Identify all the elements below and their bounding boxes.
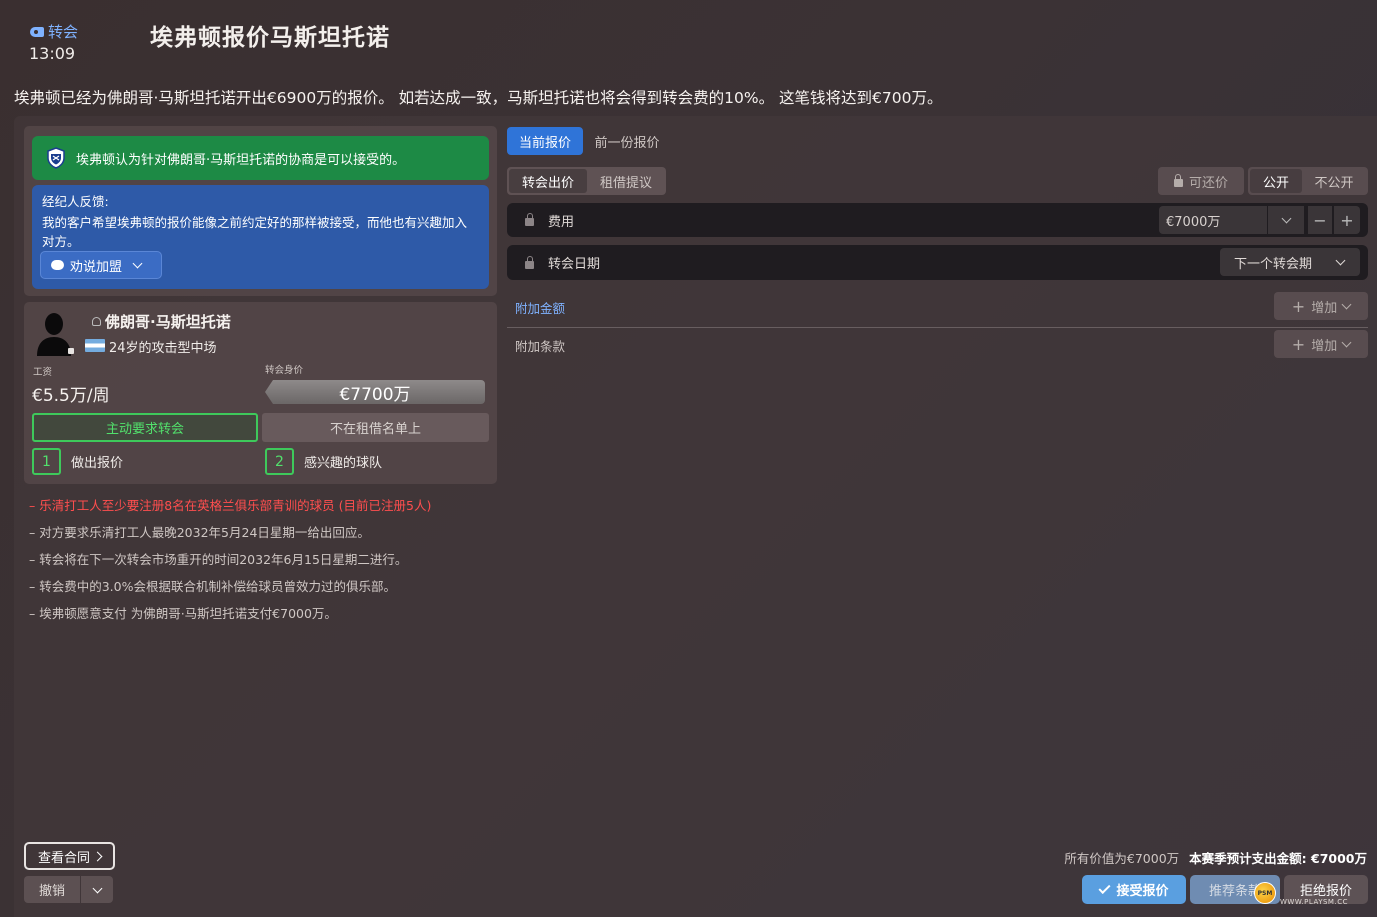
check-icon	[1098, 881, 1111, 894]
addons-link[interactable]: 附加金额	[515, 298, 565, 317]
player-name-text: 佛朗哥·马斯坦托诺	[105, 313, 231, 331]
private-toggle[interactable]: 不公开	[1304, 169, 1364, 193]
offers-count: 1	[32, 448, 61, 475]
club-shield-icon	[47, 147, 65, 169]
negotiable-button[interactable]: 可还价	[1158, 167, 1244, 195]
acceptance-text: 埃弗顿认为针对佛朗哥·马斯坦托诺的协商是可以接受的。	[76, 152, 406, 168]
interested-clubs[interactable]: 2 感兴趣的球队	[265, 448, 382, 475]
add-clause-button[interactable]: + 增加	[1274, 330, 1368, 358]
interested-count: 2	[265, 448, 294, 475]
wage-label: 工资	[33, 367, 53, 378]
note-item: – 乐清打工人至少要注册8名在英格兰俱乐部青训的球员 (目前已注册5人)	[29, 498, 432, 513]
lock-icon[interactable]	[525, 255, 534, 269]
date-value: 下一个转会期	[1234, 256, 1313, 272]
notes-list: – 乐清打工人至少要注册8名在英格兰俱乐部青训的球员 (目前已注册5人) – 对…	[29, 492, 499, 627]
fee-dropdown[interactable]	[1268, 206, 1304, 234]
page-title: 埃弗顿报价马斯坦托诺	[150, 25, 390, 51]
add-label: 增加	[1311, 338, 1338, 354]
loan-status-button[interactable]: 不在租借名单上	[262, 413, 489, 442]
interested-label: 感兴趣的球队	[304, 456, 383, 471]
back-arrow-icon	[30, 26, 44, 37]
plus-icon: +	[1291, 334, 1306, 354]
note-item: – 转会将在下一次转会市场重开的时间2032年6月15日星期二进行。	[29, 552, 408, 567]
offers-made[interactable]: 1 做出报价	[32, 448, 123, 475]
add-addon-button[interactable]: + 增加	[1274, 292, 1368, 320]
player-name[interactable]: 佛朗哥·马斯坦托诺	[92, 311, 231, 332]
negotiable-label: 可还价	[1188, 175, 1228, 191]
agent-feedback-text: 我的客户希望埃弗顿的报价能像之前约定好的那样被接受，而他也有兴趣加入对方。	[42, 215, 468, 249]
add-label: 增加	[1311, 300, 1338, 316]
total-value: 所有价值为€7000万	[1064, 851, 1180, 866]
value-tag: €7700万	[265, 380, 485, 404]
chevron-down-icon	[1341, 337, 1352, 348]
undo-button[interactable]: 撤销	[24, 876, 80, 903]
agent-feedback-title: 经纪人反馈:	[42, 194, 109, 209]
game-time: 13:09	[29, 44, 76, 63]
player-avatar[interactable]	[34, 310, 74, 356]
note-item: – 对方要求乐清打工人最晚2032年5月24日星期一给出回应。	[29, 525, 370, 540]
lock-icon	[1173, 174, 1183, 187]
loan-offer-toggle[interactable]: 租借提议	[589, 169, 663, 193]
fee-label: 费用	[548, 214, 575, 230]
offer-headline: 埃弗顿已经为佛朗哥·马斯坦托诺开出€6900万的报价。 如若达成一致，马斯坦托诺…	[14, 89, 943, 107]
wage-value: €5.5万/周	[32, 386, 110, 406]
chevron-down-icon	[92, 883, 102, 893]
note-item: – 转会费中的3.0%会根据联合机制补偿给球员曾效力过的俱乐部。	[29, 579, 396, 594]
chevron-down-icon	[132, 258, 143, 269]
back-label: 转会	[48, 23, 79, 41]
persuade-label: 劝说加盟	[70, 259, 123, 275]
reject-offer-button[interactable]: 拒绝报价	[1284, 875, 1368, 904]
date-select[interactable]: 下一个转会期	[1220, 248, 1360, 276]
public-toggle[interactable]: 公开	[1250, 169, 1302, 193]
view-contract-label: 查看合同	[37, 850, 90, 866]
divider	[507, 327, 1368, 328]
accept-label: 接受报价	[1116, 884, 1169, 899]
fee-input[interactable]: €7000万	[1159, 206, 1267, 234]
persuade-button[interactable]: 劝说加盟	[40, 251, 162, 279]
value-label: 转会身价	[265, 365, 304, 376]
tab-previous-offer[interactable]: 前一份报价	[587, 127, 667, 155]
tab-current-offer[interactable]: 当前报价	[507, 127, 583, 155]
chevron-right-icon	[92, 851, 103, 861]
offer-summary: 所有价值为€7000万 本赛季预计支出金额: €7000万	[1064, 848, 1367, 867]
acceptance-banner: 埃弗顿认为针对佛朗哥·马斯坦托诺的协商是可以接受的。	[32, 136, 489, 180]
chat-icon	[51, 260, 64, 270]
view-contract-button[interactable]: 查看合同	[24, 842, 115, 870]
accept-offer-button[interactable]: 接受报价	[1082, 875, 1186, 904]
suggest-terms-button[interactable]: 推荐条款	[1190, 875, 1280, 904]
fee-increase-button[interactable]: +	[1334, 206, 1360, 234]
shortlist-icon[interactable]	[92, 317, 101, 326]
season-spend: 本赛季预计支出金额: €7000万	[1189, 851, 1367, 866]
offers-label: 做出报价	[71, 456, 124, 471]
chevron-down-icon	[1281, 213, 1291, 224]
chevron-down-icon	[1341, 299, 1352, 310]
player-description: 24岁的攻击型中场	[109, 341, 217, 356]
note-item: – 埃弗顿愿意支付 为佛朗哥·马斯坦托诺支付€7000万。	[29, 606, 337, 621]
fee-decrease-button[interactable]: −	[1308, 206, 1332, 234]
agent-feedback: 经纪人反馈: 我的客户希望埃弗顿的报价能像之前约定好的那样被接受，而他也有兴趣加…	[32, 185, 489, 289]
clauses-label: 附加条款	[515, 339, 566, 354]
plus-icon: +	[1291, 296, 1306, 316]
chevron-down-icon	[1335, 255, 1346, 266]
lock-icon[interactable]	[525, 213, 534, 226]
back-link[interactable]: 转会	[30, 21, 78, 42]
date-label: 转会日期	[548, 257, 601, 272]
transfer-status-button[interactable]: 主动要求转会	[32, 413, 258, 442]
undo-dropdown[interactable]	[81, 876, 113, 903]
transfer-offer-toggle[interactable]: 转会出价	[509, 169, 587, 193]
argentina-flag-icon	[85, 339, 105, 352]
